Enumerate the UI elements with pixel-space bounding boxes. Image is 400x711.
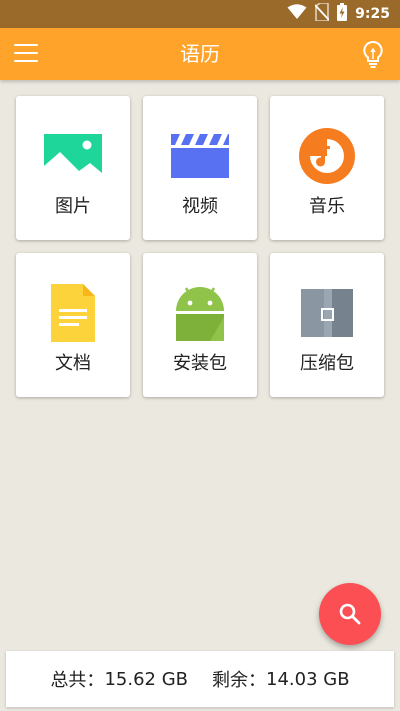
battery-charging-icon xyxy=(337,3,348,25)
lightbulb-button[interactable] xyxy=(362,40,384,68)
category-archives[interactable]: 压缩包 xyxy=(270,253,384,397)
search-button[interactable] xyxy=(319,583,381,645)
status-time: 9:25 xyxy=(355,6,390,22)
category-label: 压缩包 xyxy=(300,353,354,374)
wifi-icon xyxy=(287,4,307,24)
search-icon xyxy=(339,603,361,625)
category-music[interactable]: 音乐 xyxy=(270,96,384,240)
video-icon xyxy=(171,134,229,178)
storage-free-value: 14.03 GB xyxy=(266,668,350,690)
document-icon xyxy=(51,284,95,342)
category-label: 视频 xyxy=(182,196,218,217)
category-label: 图片 xyxy=(55,196,91,217)
category-label: 安装包 xyxy=(173,353,227,374)
storage-free-label: 剩余： xyxy=(212,670,266,691)
category-label: 音乐 xyxy=(309,196,345,217)
app-title: 语历 xyxy=(180,42,220,66)
app-bar: 语历 xyxy=(0,28,400,80)
music-icon xyxy=(299,128,355,184)
image-icon xyxy=(44,134,102,178)
storage-info: 总共： 15.62 GB 剩余： 14.03 GB xyxy=(6,651,394,707)
archive-icon xyxy=(301,289,353,337)
category-video[interactable]: 视频 xyxy=(143,96,257,240)
storage-total-label: 总共： xyxy=(50,670,105,691)
category-apk[interactable]: 安装包 xyxy=(143,253,257,397)
lightbulb-icon xyxy=(363,40,383,68)
status-bar: 9:25 xyxy=(0,0,400,28)
no-sim-icon xyxy=(314,2,330,25)
category-images[interactable]: 图片 xyxy=(16,96,130,240)
storage-total-value: 15.62 GB xyxy=(104,668,188,690)
category-label: 文档 xyxy=(55,353,91,374)
status-icons: 9:25 xyxy=(287,0,390,28)
category-grid: 图片 视频 音乐 文档 安装包 压缩包 xyxy=(16,96,384,400)
android-icon xyxy=(176,287,224,341)
category-documents[interactable]: 文档 xyxy=(16,253,130,397)
